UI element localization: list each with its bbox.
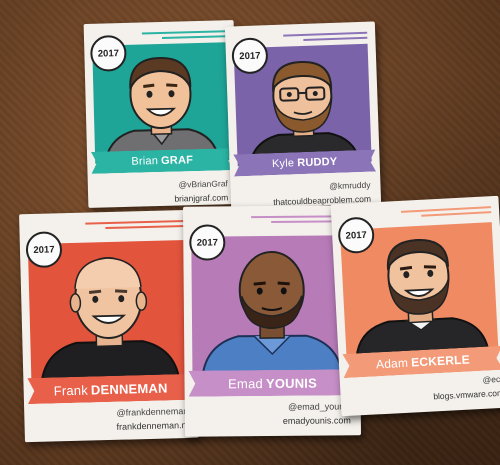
card-kyle-ruddy: 2017 Kyle RUDDY @kmruddy thatcouldbeapro… bbox=[224, 21, 382, 209]
first-name: Brian bbox=[131, 155, 159, 168]
last-name: YOUNIS bbox=[265, 375, 318, 391]
first-name: Kyle bbox=[271, 157, 295, 171]
name-banner: Brian GRAF bbox=[91, 148, 234, 174]
card-adam-eckerle: 2017 Adam ECKERLE @eck79 blogs.vmware.co… bbox=[330, 195, 500, 417]
decor-line bbox=[105, 224, 186, 230]
twitter-handle: @kmruddy bbox=[329, 179, 371, 192]
first-name: Adam bbox=[375, 355, 409, 372]
year-badge: 2017 bbox=[189, 224, 226, 261]
last-name: RUDDY bbox=[297, 155, 338, 170]
decor-line bbox=[303, 36, 368, 41]
twitter-handle: @frankdenneman bbox=[116, 405, 189, 418]
card-brian-graf: 2017 Brian GRAF @vBrianGraf brianjgraf.c… bbox=[83, 20, 239, 208]
website: frankdenneman.nl bbox=[116, 419, 189, 432]
website: blogs.vmware.com/vsphere bbox=[433, 386, 500, 402]
name-banner: Emad YOUNIS bbox=[188, 369, 356, 396]
decor-line bbox=[85, 219, 186, 225]
decor-line bbox=[141, 30, 226, 35]
website: brianjgraf.com bbox=[174, 192, 229, 204]
twitter-handle: @eck79 bbox=[482, 373, 500, 385]
twitter-handle: @vBrianGraf bbox=[178, 178, 228, 190]
last-name: DENNEMAN bbox=[90, 379, 168, 397]
website: emadyounis.com bbox=[282, 415, 351, 426]
decor-line bbox=[421, 211, 492, 217]
last-name: ECKERLE bbox=[410, 352, 471, 370]
last-name: GRAF bbox=[160, 154, 194, 168]
card-frank-denneman: 2017 Frank DENNEMAN @frankdenneman frank… bbox=[19, 209, 199, 443]
decor-line bbox=[283, 31, 368, 37]
first-name: Emad bbox=[228, 375, 263, 391]
first-name: Frank bbox=[53, 382, 89, 398]
name-banner: Frank DENNEMAN bbox=[27, 374, 194, 404]
decor-line bbox=[161, 35, 227, 39]
